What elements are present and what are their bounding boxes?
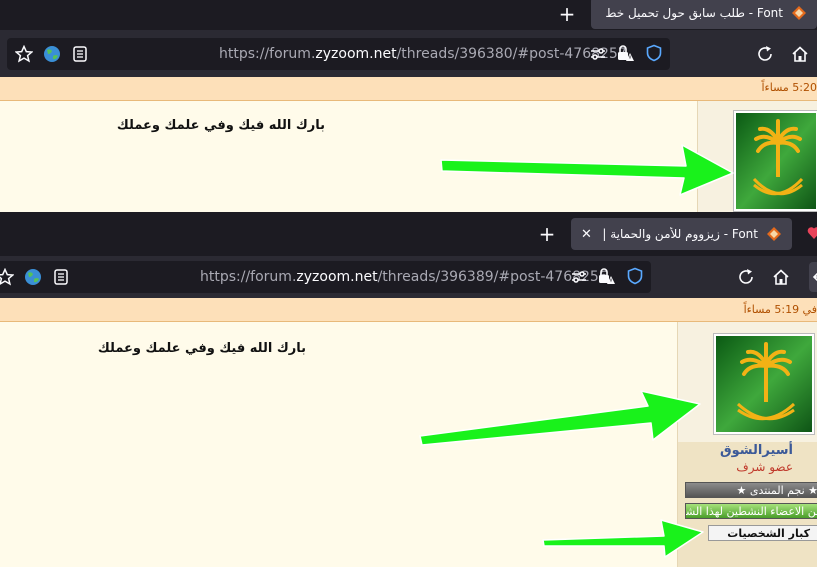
home-icon[interactable] bbox=[772, 268, 790, 286]
close-icon[interactable]: ✕ bbox=[581, 227, 592, 242]
new-tab-button[interactable]: + bbox=[556, 4, 578, 24]
reload-icon[interactable] bbox=[756, 45, 774, 63]
url-text[interactable]: https://forum.zyzoom.net/threads/396389/… bbox=[200, 261, 608, 293]
browser-tab[interactable]: Font - زيزووم للأمن والحماية | 25 ✕ bbox=[571, 218, 792, 250]
reader-view-icon[interactable] bbox=[52, 268, 70, 286]
screenshot-top: + Font - طلب سابق حول تحميل خط https://f… bbox=[0, 0, 817, 212]
saudi-emblem-icon bbox=[716, 336, 812, 432]
post-body: بارك الله فيك وفي علمك وعملك أسيرالشوق ع… bbox=[0, 322, 817, 567]
screenshot-bottom: + Font - زيزووم للأمن والحماية | 25 ✕ bbox=[0, 212, 817, 567]
user-avatar[interactable] bbox=[733, 110, 817, 212]
zyzoom-favicon-icon bbox=[792, 6, 806, 20]
user-title: عضو شرف bbox=[736, 460, 793, 474]
browser-tab[interactable]: Font - طلب سابق حول تحميل خط bbox=[591, 0, 817, 29]
rank-active-member: من الاعضاء النشطين لهذا الشهر bbox=[685, 503, 817, 519]
post-body: بارك الله فيك وفي علمك وعملك bbox=[0, 101, 817, 212]
reader-view-icon[interactable] bbox=[71, 45, 89, 63]
post-date: 5:20 مساءاً bbox=[761, 81, 817, 94]
shield-icon[interactable] bbox=[645, 44, 663, 62]
rank-vip: كبار الشخصيات bbox=[708, 525, 817, 541]
post-message: بارك الله فيك وفي علمك وعملك bbox=[97, 341, 306, 356]
globe-icon[interactable] bbox=[24, 268, 42, 286]
post-date: في 5:19 مساءاً bbox=[743, 303, 817, 316]
permissions-icon[interactable] bbox=[570, 268, 588, 286]
heart-favicon-icon[interactable] bbox=[807, 226, 817, 240]
post-date-bar: 5:20 مساءاً bbox=[0, 77, 817, 101]
navigation-bar: https://forum.zyzoom.net/threads/396389/… bbox=[0, 256, 817, 298]
star-icon[interactable] bbox=[15, 45, 33, 63]
post-message: بارك الله فيك وفي علمك وعملك bbox=[116, 118, 325, 133]
user-avatar[interactable] bbox=[713, 333, 815, 435]
lock-warning-icon[interactable] bbox=[597, 267, 615, 285]
home-icon[interactable] bbox=[791, 45, 809, 63]
tab-title: Font - زيزووم للأمن والحماية | 25 bbox=[600, 227, 758, 241]
star-icon[interactable] bbox=[0, 268, 14, 286]
reload-icon[interactable] bbox=[737, 268, 755, 286]
username[interactable]: أسيرالشوق bbox=[720, 443, 793, 458]
saudi-emblem-icon bbox=[736, 113, 816, 209]
shield-icon[interactable] bbox=[626, 267, 644, 285]
zyzoom-favicon-icon bbox=[767, 227, 781, 241]
lock-warning-icon[interactable] bbox=[616, 44, 634, 62]
navigation-bar: https://forum.zyzoom.net/threads/396380/… bbox=[0, 30, 817, 77]
globe-icon[interactable] bbox=[43, 45, 61, 63]
back-button[interactable] bbox=[809, 262, 817, 292]
rank-forum-star: ★ نجم المنتدى ★ bbox=[685, 482, 817, 498]
tab-bar: + Font - زيزووم للأمن والحماية | 25 ✕ bbox=[0, 212, 817, 256]
user-sidebar bbox=[697, 101, 817, 212]
back-icon bbox=[812, 272, 817, 282]
tab-title: Font - طلب سابق حول تحميل خط bbox=[605, 6, 783, 20]
post-date-bar: في 5:19 مساءاً bbox=[0, 298, 817, 322]
user-sidebar: أسيرالشوق عضو شرف ★ نجم المنتدى ★ من الا… bbox=[677, 322, 817, 567]
new-tab-button[interactable]: + bbox=[536, 224, 558, 244]
permissions-icon[interactable] bbox=[589, 45, 607, 63]
tab-bar: + Font - طلب سابق حول تحميل خط bbox=[0, 0, 817, 30]
url-text[interactable]: https://forum.zyzoom.net/threads/396380/… bbox=[219, 38, 627, 70]
